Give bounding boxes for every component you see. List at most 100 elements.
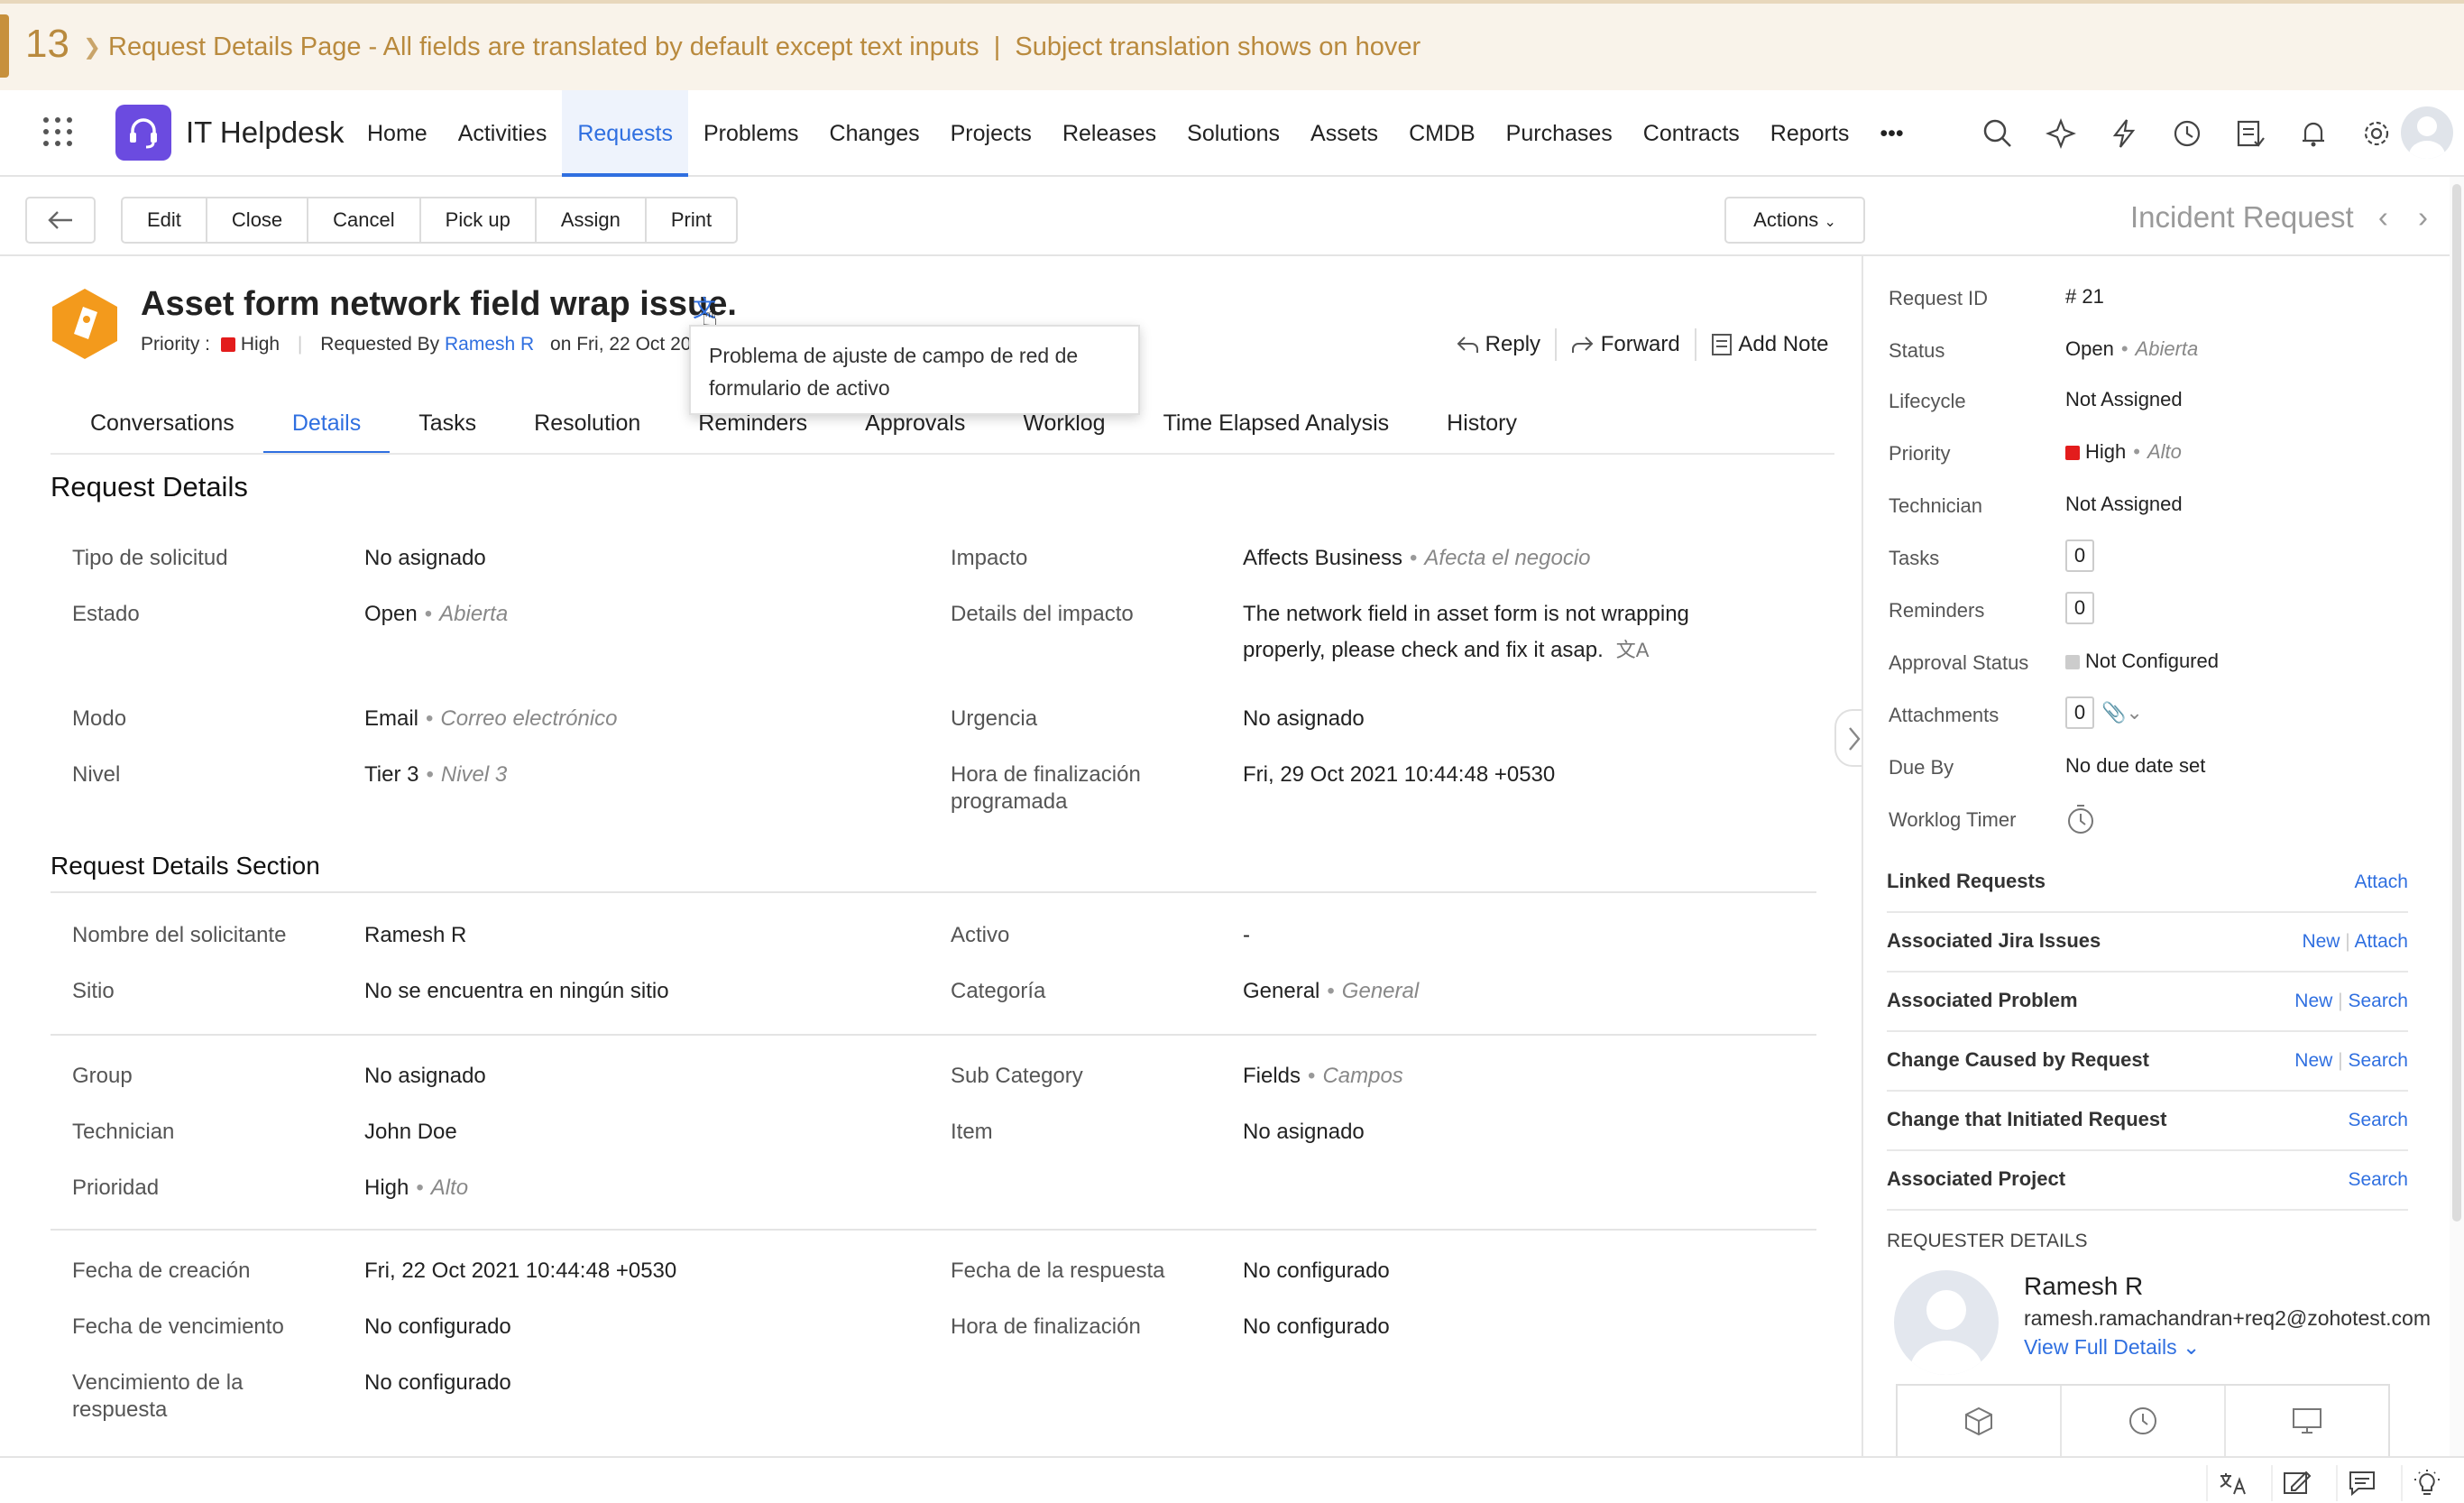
nav-changes[interactable]: Changes bbox=[814, 90, 935, 177]
lightbulb-icon[interactable] bbox=[2401, 1465, 2451, 1501]
jira-attach-link[interactable]: Attach bbox=[2354, 931, 2408, 952]
nav-releases[interactable]: Releases bbox=[1047, 90, 1172, 177]
reminders-count[interactable]: 0 bbox=[2065, 592, 2094, 624]
requester-link[interactable]: Ramesh R bbox=[445, 334, 534, 355]
requester-avatar bbox=[1894, 1270, 1999, 1375]
nav-assets[interactable]: Assets bbox=[1295, 90, 1393, 177]
cancel-button[interactable]: Cancel bbox=[308, 198, 421, 242]
jira-new-link[interactable]: New bbox=[2302, 931, 2340, 952]
assign-button[interactable]: Assign bbox=[537, 198, 647, 242]
helpdesk-logo-icon[interactable] bbox=[115, 105, 171, 161]
nivel-field: Tier 3 • Nivel 3 bbox=[364, 762, 508, 787]
lightning-icon[interactable] bbox=[2092, 110, 2156, 157]
nav-projects[interactable]: Projects bbox=[935, 90, 1047, 177]
tab-resolution[interactable]: Resolution bbox=[505, 392, 669, 455]
banner-text: Request Details Page - All fields are tr… bbox=[108, 32, 1421, 61]
status-field[interactable]: Open • Abierta bbox=[2065, 337, 2198, 361]
attachments-field[interactable]: 0 📎⌄ bbox=[2065, 696, 2143, 729]
app-grid-icon[interactable] bbox=[43, 117, 72, 146]
instruction-banner: 13 ❯ Request Details Page - All fields a… bbox=[0, 0, 2464, 90]
vencimiento-respuesta-label-2: respuesta bbox=[72, 1397, 168, 1422]
lifecycle-value[interactable]: Not Assigned bbox=[2065, 388, 2183, 411]
translate-icon[interactable]: 文A bbox=[1616, 639, 1650, 661]
tab-conversations[interactable]: Conversations bbox=[61, 392, 263, 455]
due-by-value[interactable]: No due date set bbox=[2065, 754, 2205, 778]
history-icon[interactable] bbox=[2156, 110, 2219, 157]
nav-requests[interactable]: Requests bbox=[562, 90, 688, 177]
app-name[interactable]: IT Helpdesk bbox=[186, 115, 344, 150]
details-impacto-label: Details del impacto bbox=[951, 602, 1134, 626]
nav-home[interactable]: Home bbox=[352, 90, 443, 177]
problem-new-link[interactable]: New bbox=[2294, 991, 2332, 1011]
page-scrollbar[interactable] bbox=[2450, 177, 2464, 1456]
request-properties-panel: Request ID # 21 Status Open • Abierta Life… bbox=[1862, 256, 2457, 1456]
pickup-button[interactable]: Pick up bbox=[421, 198, 537, 242]
stopwatch-icon[interactable] bbox=[2065, 803, 2096, 841]
nav-solutions[interactable]: Solutions bbox=[1172, 90, 1295, 177]
previous-request-icon[interactable]: ‹ bbox=[2378, 200, 2388, 234]
estado-field: Open • Abierta bbox=[364, 602, 509, 626]
edit-note-icon[interactable] bbox=[2271, 1465, 2321, 1501]
user-avatar[interactable] bbox=[2401, 106, 2453, 159]
modo-field: Email • Correo electrónico bbox=[364, 706, 618, 731]
tab-history[interactable]: History bbox=[1418, 392, 1546, 455]
details-impacto-line2: properly, please check and fix it asap. 文… bbox=[1243, 632, 1649, 669]
paperclip-icon[interactable]: 📎⌄ bbox=[2101, 701, 2143, 724]
impacto-field: Affects Business • Afecta el negocio bbox=[1243, 546, 1591, 570]
nav-cmdb[interactable]: CMDB bbox=[1393, 90, 1491, 177]
sitio-label: Sitio bbox=[72, 979, 115, 1003]
tab-time-elapsed-analysis[interactable]: Time Elapsed Analysis bbox=[1135, 392, 1419, 455]
linked-requests-attach-link[interactable]: Attach bbox=[2354, 871, 2408, 893]
tasks-count[interactable]: 0 bbox=[2065, 539, 2094, 572]
status-translation: Abierta bbox=[2135, 337, 2199, 360]
estado-label: Estado bbox=[72, 602, 140, 626]
search-icon[interactable] bbox=[1966, 110, 2029, 157]
tasks-icon[interactable] bbox=[2219, 110, 2282, 157]
nav-more[interactable]: ••• bbox=[1864, 90, 1918, 177]
change-caused-search-link[interactable]: Search bbox=[2348, 1050, 2408, 1071]
nav-reports[interactable]: Reports bbox=[1755, 90, 1865, 177]
project-search-link[interactable]: Search bbox=[2348, 1169, 2408, 1191]
forward-button[interactable]: Forward bbox=[1557, 328, 1696, 361]
main-nav: Home Activities Requests Problems Change… bbox=[352, 90, 1919, 177]
request-subject: Asset form network field wrap issue. bbox=[141, 285, 737, 323]
settings-gear-icon[interactable] bbox=[2345, 110, 2408, 157]
translate-language-icon[interactable] bbox=[2206, 1465, 2257, 1501]
change-initiated-search-link[interactable]: Search bbox=[2348, 1110, 2408, 1131]
clock-icon[interactable] bbox=[2062, 1386, 2226, 1456]
nav-contracts[interactable]: Contracts bbox=[1628, 90, 1755, 177]
problem-search-link[interactable]: Search bbox=[2348, 991, 2408, 1011]
tab-details[interactable]: Details bbox=[262, 392, 391, 455]
notification-bell-icon[interactable] bbox=[2282, 110, 2345, 157]
nav-activities[interactable]: Activities bbox=[443, 90, 563, 177]
due-by-label: Due By bbox=[1889, 756, 1954, 779]
asset-box-icon[interactable] bbox=[1898, 1386, 2062, 1456]
print-button[interactable]: Print bbox=[647, 198, 736, 242]
reply-button[interactable]: Reply bbox=[1441, 328, 1558, 361]
tab-tasks[interactable]: Tasks bbox=[390, 392, 505, 455]
priority-value: High bbox=[2085, 440, 2127, 463]
close-button[interactable]: Close bbox=[207, 198, 309, 242]
nivel-translation: Nivel 3 bbox=[440, 762, 508, 787]
nav-problems[interactable]: Problems bbox=[688, 90, 814, 177]
hora-finalizacion-label-1: Hora de finalización bbox=[951, 762, 1141, 787]
edit-button[interactable]: Edit bbox=[123, 198, 207, 242]
prioridad-translation: Alto bbox=[430, 1176, 469, 1200]
activo-value: - bbox=[1243, 923, 1250, 947]
tab-divider bbox=[51, 453, 1834, 455]
nav-purchases[interactable]: Purchases bbox=[1491, 90, 1628, 177]
ai-sparkle-icon[interactable] bbox=[2029, 110, 2092, 157]
add-note-button[interactable]: Add Note bbox=[1696, 328, 1843, 361]
back-button[interactable] bbox=[25, 197, 96, 244]
banner-chevron: ❯ bbox=[83, 35, 102, 60]
priority-field[interactable]: High • Alto bbox=[2065, 440, 2182, 464]
change-caused-new-link[interactable]: New bbox=[2294, 1050, 2332, 1071]
technician-value[interactable]: Not Assigned bbox=[2065, 493, 2183, 516]
monitor-icon[interactable] bbox=[2226, 1386, 2388, 1456]
hora-finalizacion-value: Fri, 29 Oct 2021 10:44:48 +0530 bbox=[1243, 762, 1556, 787]
next-request-icon[interactable]: › bbox=[2418, 200, 2428, 234]
actions-dropdown[interactable]: Actions ⌄ bbox=[1724, 197, 1865, 244]
chat-icon[interactable] bbox=[2336, 1465, 2386, 1501]
approval-status-value: Not Configured bbox=[2085, 650, 2219, 672]
view-full-details-link[interactable]: View Full Details ⌄ bbox=[2024, 1335, 2200, 1360]
